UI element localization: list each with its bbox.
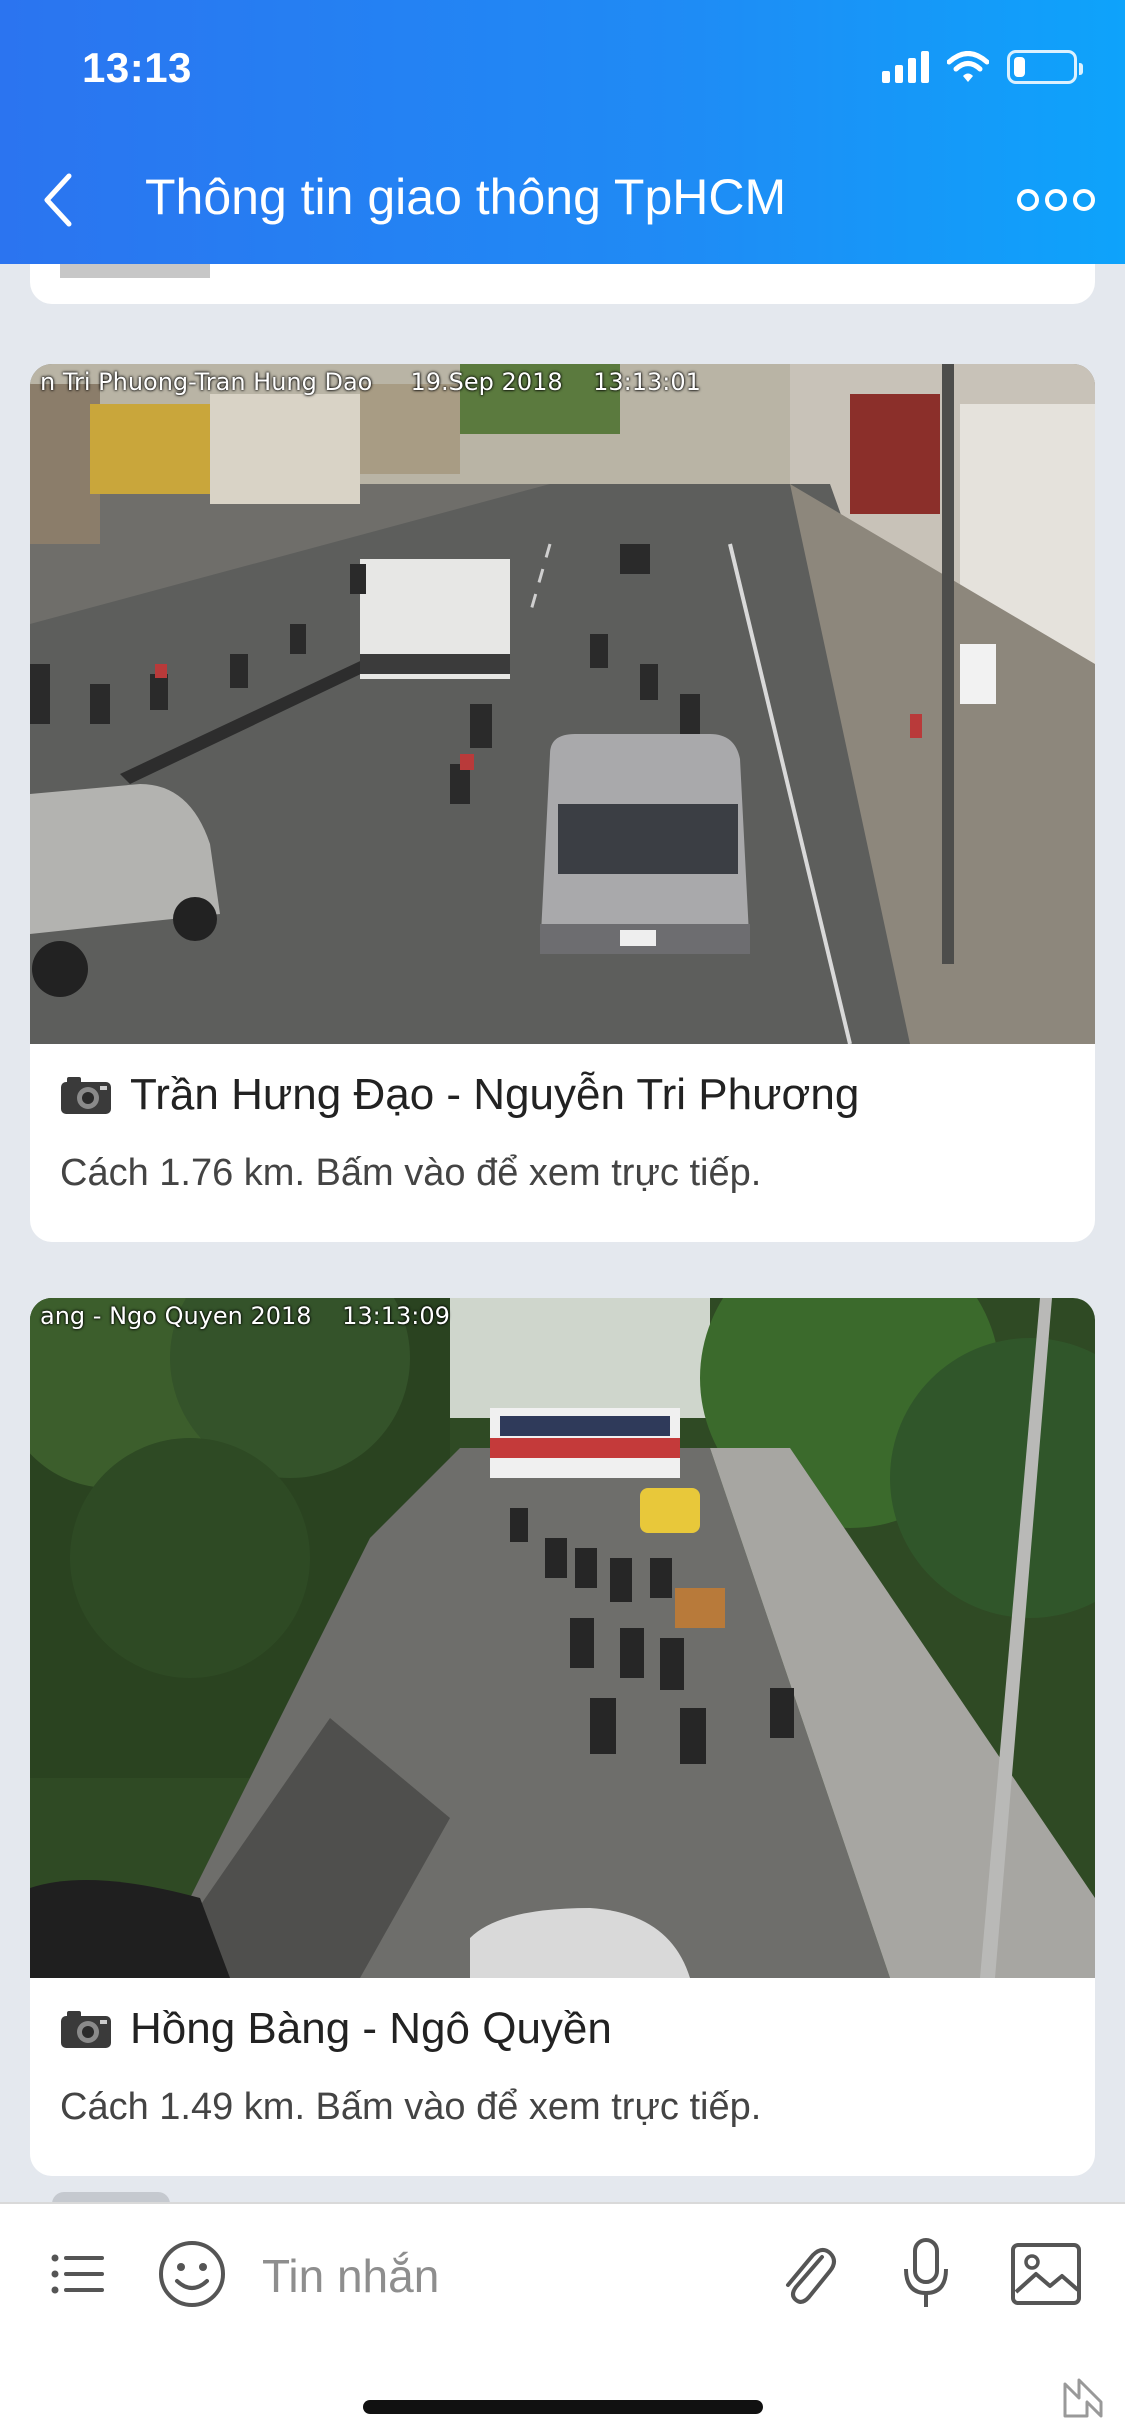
status-bar: 13:13	[0, 0, 1125, 135]
camera-snapshot-image	[30, 1298, 1095, 1978]
camera-distance-text: Cách 1.76 km. Bấm vào để xem trực tiếp.	[60, 1152, 762, 1194]
image-icon	[1011, 2243, 1081, 2305]
camera-location-title: Hồng Bàng - Ngô Quyền	[130, 2004, 612, 2053]
camera-distance-text: Cách 1.49 km. Bấm vào để xem trực tiếp.	[60, 2086, 762, 2128]
status-time: 13:13	[82, 44, 192, 91]
camera-snapshot[interactable]: n Tri Phuong-Tran Hung Dao 19.Sep 2018 1…	[30, 364, 1095, 1044]
card-title-row: Trần Hưng Đạo - Nguyễn Tri Phương	[60, 1070, 859, 1120]
emoji-icon	[159, 2241, 225, 2307]
wifi-icon	[947, 51, 989, 82]
emoji-button[interactable]	[152, 2234, 232, 2314]
previous-card-thumbnail	[60, 264, 210, 278]
previous-card-edge[interactable]	[30, 264, 1095, 304]
back-button[interactable]	[28, 170, 88, 230]
battery-level	[1014, 57, 1026, 77]
camera-snapshot-image	[30, 364, 1095, 1044]
attach-button[interactable]	[768, 2234, 848, 2314]
battery-icon	[1007, 50, 1083, 84]
more-options-button[interactable]	[1017, 178, 1095, 222]
camera-card[interactable]: ang - Ngo Quyen 2018 13:13:09 Hồng Bàng …	[30, 1298, 1095, 2176]
message-input[interactable]	[262, 2246, 742, 2306]
camera-overlay-text: ang - Ngo Quyen 2018 13:13:09	[40, 1302, 450, 1330]
image-button[interactable]	[1006, 2234, 1086, 2314]
paperclip-icon	[786, 2248, 836, 2304]
camera-location-title: Trần Hưng Đạo - Nguyễn Tri Phương	[130, 1070, 860, 1119]
message-composer	[0, 2202, 1125, 2436]
status-icons	[882, 50, 1083, 84]
watermark-logo-icon	[1063, 2378, 1103, 2418]
cellular-signal-icon	[882, 51, 929, 83]
camera-snapshot[interactable]: ang - Ngo Quyen 2018 13:13:09	[30, 1298, 1095, 1978]
menu-list-icon	[51, 2254, 104, 2294]
page-title: Thông tin giao thông TpHCM	[145, 169, 787, 225]
camera-icon	[60, 2009, 112, 2049]
microphone-icon	[904, 2238, 948, 2307]
microphone-button[interactable]	[886, 2234, 966, 2314]
menu-list-button[interactable]	[38, 2234, 118, 2314]
card-title-row: Hồng Bàng - Ngô Quyền	[60, 2004, 612, 2054]
camera-card[interactable]: n Tri Phuong-Tran Hung Dao 19.Sep 2018 1…	[30, 364, 1095, 1242]
nav-bar: Thông tin giao thông TpHCM	[0, 150, 1125, 250]
chevron-left-icon	[44, 173, 72, 227]
app-header: 13:13 Thông tin giao thông TpHCM	[0, 0, 1125, 264]
camera-overlay-text: n Tri Phuong-Tran Hung Dao 19.Sep 2018 1…	[40, 368, 701, 396]
chat-content[interactable]: n Tri Phuong-Tran Hung Dao 19.Sep 2018 1…	[0, 264, 1125, 2202]
more-dots-icon	[1017, 189, 1039, 211]
message-time-pill	[52, 2192, 170, 2202]
camera-icon	[60, 1075, 112, 1115]
home-indicator	[363, 2400, 763, 2414]
